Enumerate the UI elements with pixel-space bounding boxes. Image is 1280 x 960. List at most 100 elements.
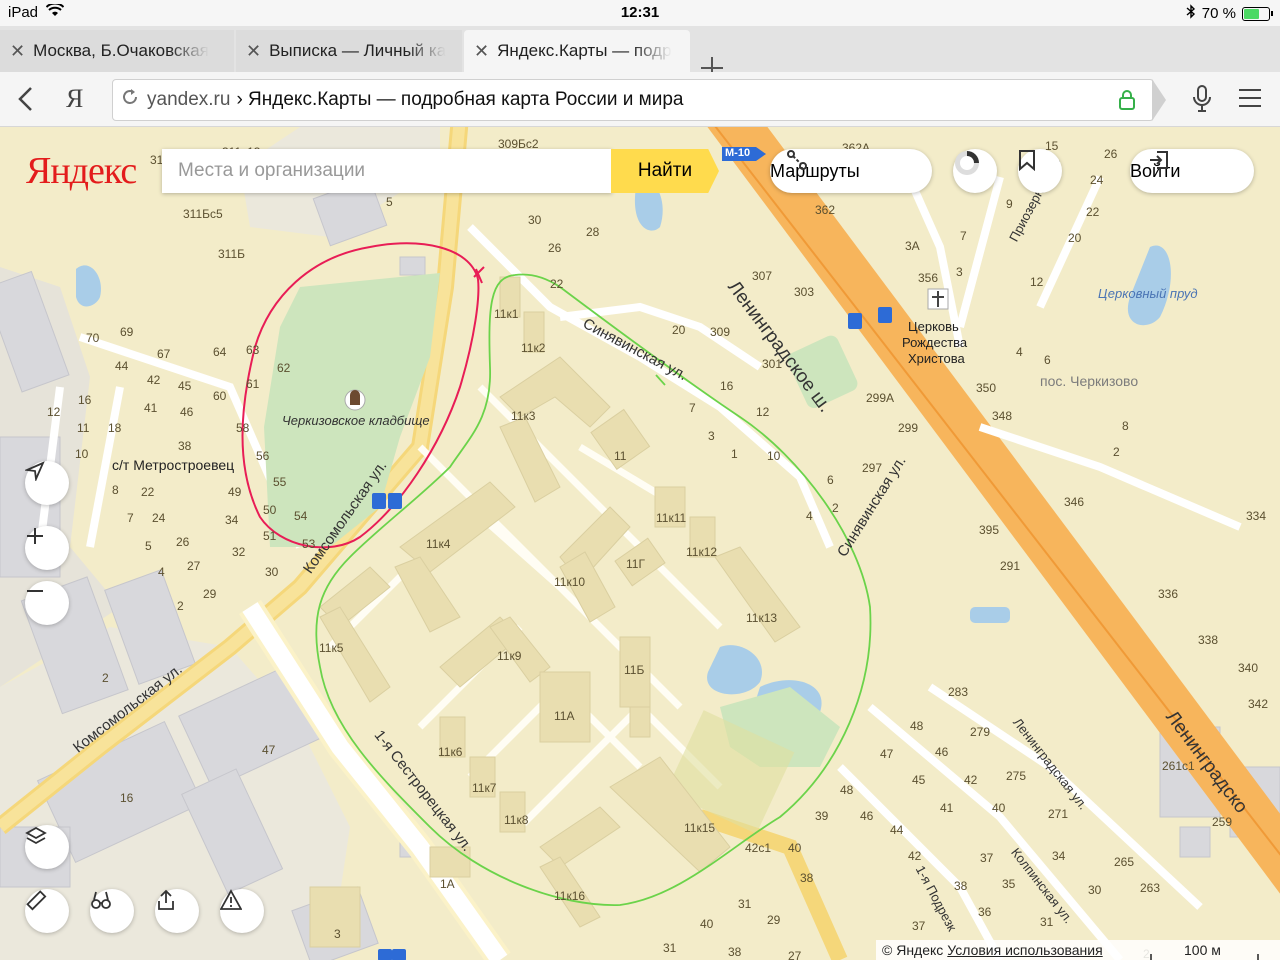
house-number: 30 [528,213,542,227]
house-number: 22 [1086,205,1100,219]
house-number: 271 [1048,807,1069,821]
terms-link[interactable]: Условия использования [947,942,1102,958]
house-number: 5 [386,195,393,209]
back-arrow-icon[interactable] [16,86,36,117]
house-number: 70 [86,331,100,345]
house-number: 20 [672,323,686,337]
house-number: 63 [246,343,260,357]
house-number: 41 [940,801,954,815]
clock: 12:31 [620,4,660,21]
reload-icon[interactable] [121,88,139,112]
house-number: 46 [860,809,874,823]
copyright-text: © Яндекс [882,942,944,958]
house-number: 279 [970,725,991,739]
house-number: 26 [1104,147,1118,161]
report-error-button[interactable] [220,889,264,933]
house-number: 40 [788,841,802,855]
route-icon [787,150,807,170]
house-number: 30 [265,565,279,579]
house-number: 8 [112,483,119,497]
house-number: 31 [1040,915,1054,929]
house-number: 2 [1113,445,1120,459]
house-number: 2 [177,599,184,613]
zoom-out-button[interactable] [25,581,69,625]
house-number: 395 [979,523,1000,537]
routes-button[interactable]: Маршруты [770,149,932,193]
menu-icon[interactable] [1238,88,1262,113]
traffic-button[interactable] [953,149,997,193]
tab-2[interactable]: ✕ Выписка — Личный ка [236,30,462,72]
address-bar: Я yandex.ru › Яндекс.Карты — подробная к… [0,72,1280,127]
cemetery-label: Черкизовское кладбище [282,413,430,428]
share-icon [158,889,174,910]
house-number: 346 [1064,495,1085,509]
house-number: 49 [228,485,242,499]
house-number: 47 [880,747,894,761]
house-number: 342 [1248,697,1269,711]
map-canvas[interactable] [0,127,1280,960]
minus-icon [27,590,43,592]
house-number: 11к7 [472,781,497,795]
house-number: 301 [762,357,783,371]
url-field-arrow [1152,79,1166,121]
church-icon[interactable] [927,288,949,310]
house-number: 1 [731,447,738,461]
house-number: 6 [1044,353,1051,367]
house-number: 32 [232,545,246,559]
house-number: 336 [1158,587,1179,601]
tab-1[interactable]: ✕ Москва, Б.Очаковская [0,30,234,72]
house-number: 20 [1068,231,1082,245]
yandex-logo[interactable]: Яндекс [26,149,137,193]
warning-icon [220,889,242,910]
bookmarks-button[interactable] [1018,149,1062,193]
house-number: 34 [225,513,239,527]
house-number: 309 [710,325,731,339]
house-number: 3 [334,927,341,941]
zoom-in-button[interactable] [25,526,69,570]
battery-icon [1242,6,1273,21]
search-placeholder: Места и организации [178,160,366,181]
house-number: 299А [866,391,895,405]
tab-bar: ✕ Москва, Б.Очаковская ✕ Выписка — Личны… [0,26,1280,79]
microphone-icon[interactable] [1192,84,1212,119]
map-view[interactable]: М-10 Ленинградское ш. Ленинградско Комсо… [0,127,1280,960]
house-number: 11к6 [438,745,463,759]
house-number: 11к1 [494,307,519,321]
house-number: 259 [1212,815,1233,829]
house-number: 44 [890,823,904,837]
house-number: 261с1 [1162,759,1195,773]
battery-percent: 70 % [1201,5,1236,22]
house-number: 3 [956,265,963,279]
house-number: 61 [246,377,260,391]
my-location-button[interactable] [25,461,69,505]
close-tab-icon[interactable]: ✕ [474,41,489,62]
url-field[interactable]: yandex.ru › Яндекс.Карты — подробная кар… [112,79,1154,121]
search-input[interactable]: Места и организации [162,149,612,193]
ruler-button[interactable] [25,889,69,933]
house-number: 4 [158,565,165,579]
house-number: 2 [832,501,839,515]
house-number: 40 [700,917,714,931]
house-number: 11к11 [656,511,687,525]
house-number: 54 [294,509,308,523]
panorama-button[interactable] [90,889,134,933]
house-number: 2 [102,671,109,685]
login-button[interactable]: Войти [1130,149,1254,193]
house-number: 307 [752,269,773,283]
bus-stop-icon-south[interactable] [378,949,406,960]
close-tab-icon[interactable]: ✕ [10,41,25,62]
house-number: 299 [898,421,919,435]
find-button[interactable]: Найти [611,149,719,193]
house-number: 311Б [218,247,246,261]
house-number: 53 [302,537,316,551]
share-button[interactable] [155,889,199,933]
close-tab-icon[interactable]: ✕ [246,41,261,62]
house-number: 22 [141,485,155,499]
house-number: 39 [815,809,829,823]
traffic-icon [955,151,979,175]
yandex-browser-button[interactable]: Я [66,84,83,114]
tab-3[interactable]: ✕ Яндекс.Карты — подр [464,30,690,72]
map-scale: 100 м [1150,942,1259,960]
house-number: 18 [108,421,122,435]
layers-button[interactable] [25,825,69,869]
